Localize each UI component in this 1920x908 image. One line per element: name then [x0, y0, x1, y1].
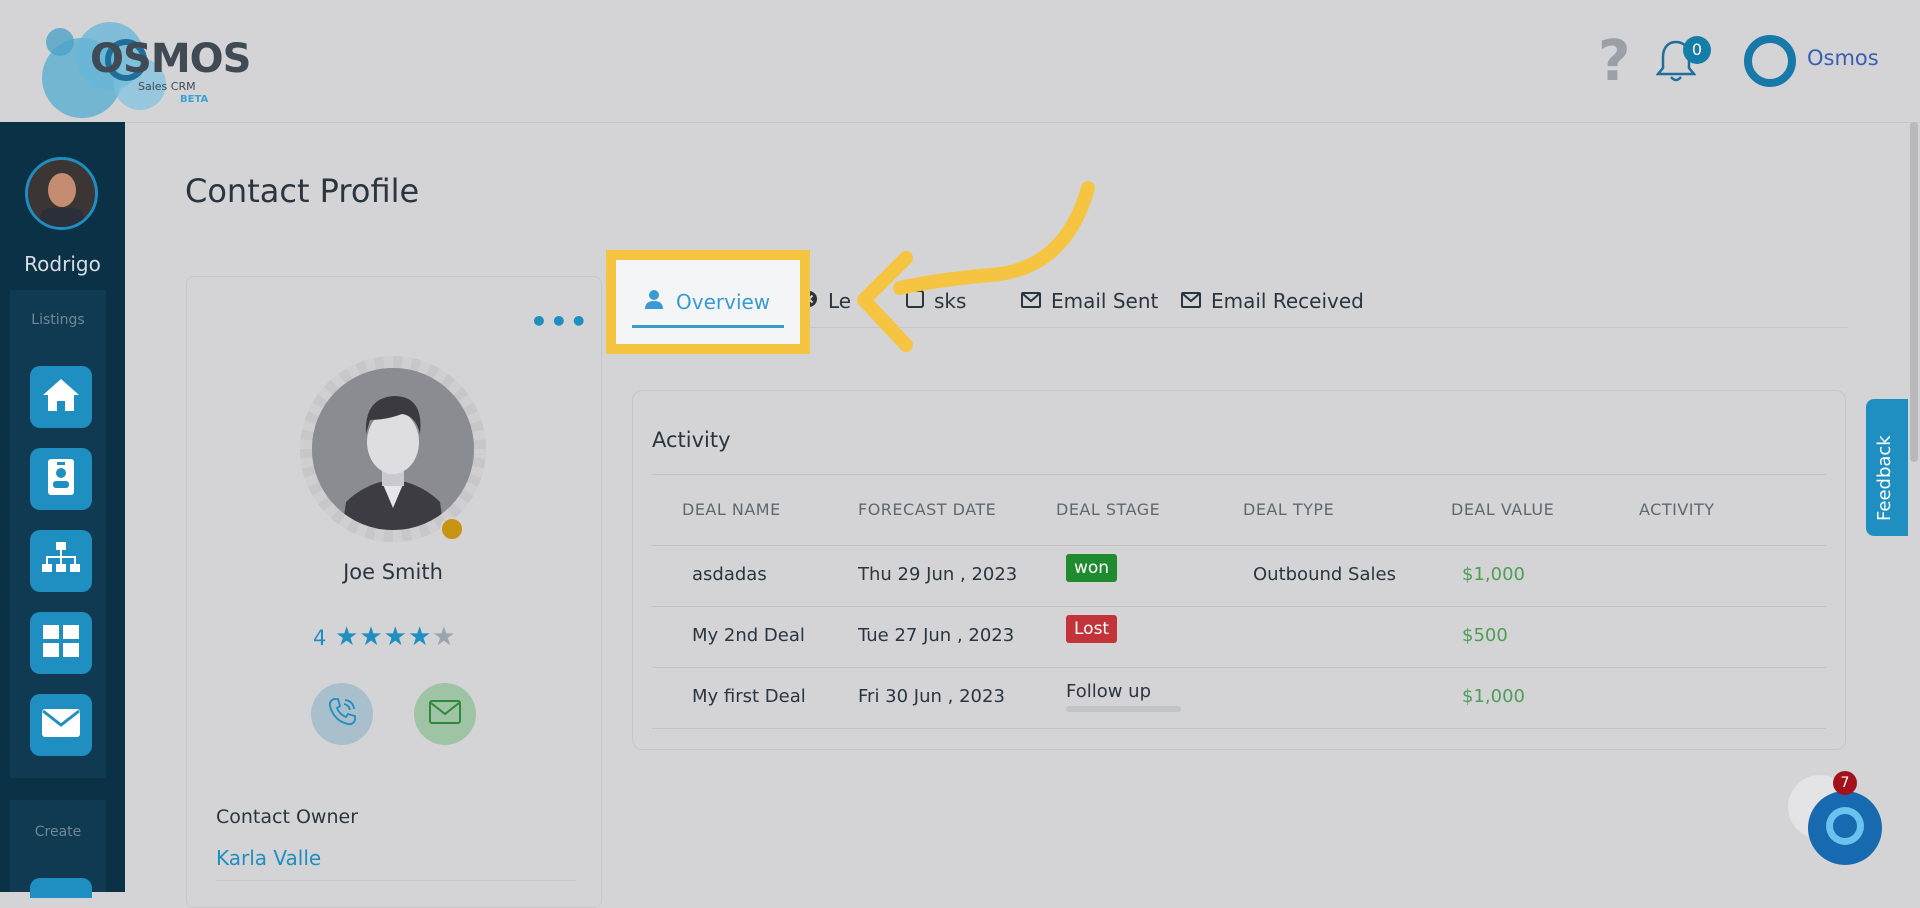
call-button[interactable] — [311, 683, 373, 745]
feedback-button[interactable]: Feedback — [1866, 399, 1908, 536]
sidebar-item-create[interactable] — [30, 878, 92, 898]
org-chart-icon — [41, 541, 81, 581]
star-filled-icon[interactable]: ★ — [408, 622, 432, 652]
chat-icon — [1823, 804, 1867, 852]
tab-overview[interactable]: Overview — [644, 289, 770, 314]
stage-progress-bar — [1066, 706, 1181, 712]
deal-name-cell[interactable]: asdadas — [692, 564, 767, 585]
deal-value-cell: $500 — [1462, 625, 1508, 646]
top-header — [0, 0, 1920, 123]
email-button[interactable] — [414, 683, 476, 745]
star-empty-icon[interactable]: ★ — [432, 622, 456, 652]
divider — [652, 545, 1826, 546]
deal-value-cell: $1,000 — [1462, 686, 1525, 707]
sidebar-item-organization[interactable] — [30, 530, 92, 592]
deal-name-cell[interactable]: My 2nd Deal — [692, 625, 805, 646]
logo-subtitle: Sales CRM — [138, 80, 196, 93]
sidebar-section-listings: Listings — [31, 312, 85, 328]
column-header-activity[interactable]: ACTIVITY — [1639, 500, 1715, 519]
user-avatar[interactable] — [1744, 35, 1796, 87]
column-header-deal-name[interactable]: DEAL NAME — [682, 500, 781, 519]
forecast-date-cell: Tue 27 Jun , 2023 — [858, 625, 1015, 646]
more-options-icon[interactable]: ••• — [530, 308, 590, 336]
contact-owner-link[interactable]: Karla Valle — [216, 846, 321, 870]
sidebar-item-home[interactable] — [30, 366, 92, 428]
envelope-icon — [429, 700, 461, 728]
star-filled-icon[interactable]: ★ — [335, 622, 359, 652]
tab-label: Email Received — [1211, 289, 1364, 313]
activity-card — [632, 390, 1846, 750]
logo-beta: BETA — [180, 94, 209, 105]
deal-stage-cell: Lost — [1066, 615, 1118, 643]
sidebar-item-contacts[interactable] — [30, 448, 92, 510]
divider — [652, 606, 1826, 607]
chat-unread-badge: 7 — [1833, 771, 1857, 795]
star-filled-icon[interactable]: ★ — [384, 622, 408, 652]
divider — [652, 728, 1826, 729]
status-badge: won — [1066, 554, 1118, 582]
user-icon — [644, 289, 664, 314]
column-header-forecast-date[interactable]: FORECAST DATE — [858, 500, 996, 519]
forecast-date-cell: Thu 29 Jun , 2023 — [858, 564, 1018, 585]
rating-stars[interactable]: ★★★★★ — [335, 622, 457, 652]
feedback-label: Feedback — [1874, 435, 1895, 521]
column-header-deal-stage[interactable]: DEAL STAGE — [1056, 500, 1160, 519]
deal-stage-text: Follow up — [1066, 681, 1152, 702]
notification-count-badge: 0 — [1683, 36, 1711, 64]
deal-name-cell[interactable]: My first Deal — [692, 686, 806, 707]
divider — [652, 667, 1826, 668]
contact-owner-label: Contact Owner — [216, 806, 358, 828]
help-icon[interactable]: ? — [1598, 30, 1630, 94]
chat-launcher-button[interactable] — [1808, 791, 1882, 865]
forecast-date-cell: Fri 30 Jun , 2023 — [858, 686, 1005, 707]
deal-stage-cell: won — [1066, 554, 1118, 582]
home-icon — [41, 377, 81, 417]
sidebar-section-create: Create — [34, 824, 82, 840]
active-tab-indicator — [632, 325, 784, 328]
tab-label: Overview — [676, 289, 771, 314]
activity-title: Activity — [652, 428, 731, 452]
rating-value: 4 — [313, 626, 327, 650]
mail-icon — [41, 708, 81, 742]
star-filled-icon[interactable]: ★ — [359, 622, 383, 652]
tutorial-arrow-icon — [857, 181, 1095, 352]
phone-icon — [326, 696, 358, 732]
logo-brand: OSMOS — [90, 36, 251, 82]
sidebar-user-avatar[interactable] — [25, 157, 98, 230]
envelope-icon — [1181, 289, 1201, 313]
column-header-deal-value[interactable]: DEAL VALUE — [1451, 500, 1554, 519]
page-title: Contact Profile — [185, 172, 420, 210]
deal-value-cell: $1,000 — [1462, 564, 1525, 585]
osmos-logo[interactable]: OSMOS Sales CRM BETA — [30, 8, 251, 118]
column-header-deal-type[interactable]: DEAL TYPE — [1243, 500, 1334, 519]
contact-name: Joe Smith — [343, 560, 443, 584]
sidebar-item-dashboard[interactable] — [30, 612, 92, 674]
status-indicator — [440, 517, 464, 541]
grid-icon — [42, 624, 80, 662]
scrollbar[interactable] — [1910, 122, 1918, 462]
sidebar-user-name: Rodrigo — [24, 252, 101, 276]
divider — [652, 474, 1826, 475]
tab-email-received[interactable]: Email Received — [1181, 289, 1364, 313]
user-menu-name[interactable]: Osmos — [1807, 46, 1879, 70]
sidebar-item-mail[interactable] — [30, 694, 92, 756]
deal-type-cell: Outbound Sales — [1253, 564, 1396, 585]
contact-card-icon — [47, 458, 75, 500]
status-badge: Lost — [1066, 615, 1118, 643]
divider — [216, 880, 576, 881]
profile-photo[interactable] — [312, 368, 474, 530]
